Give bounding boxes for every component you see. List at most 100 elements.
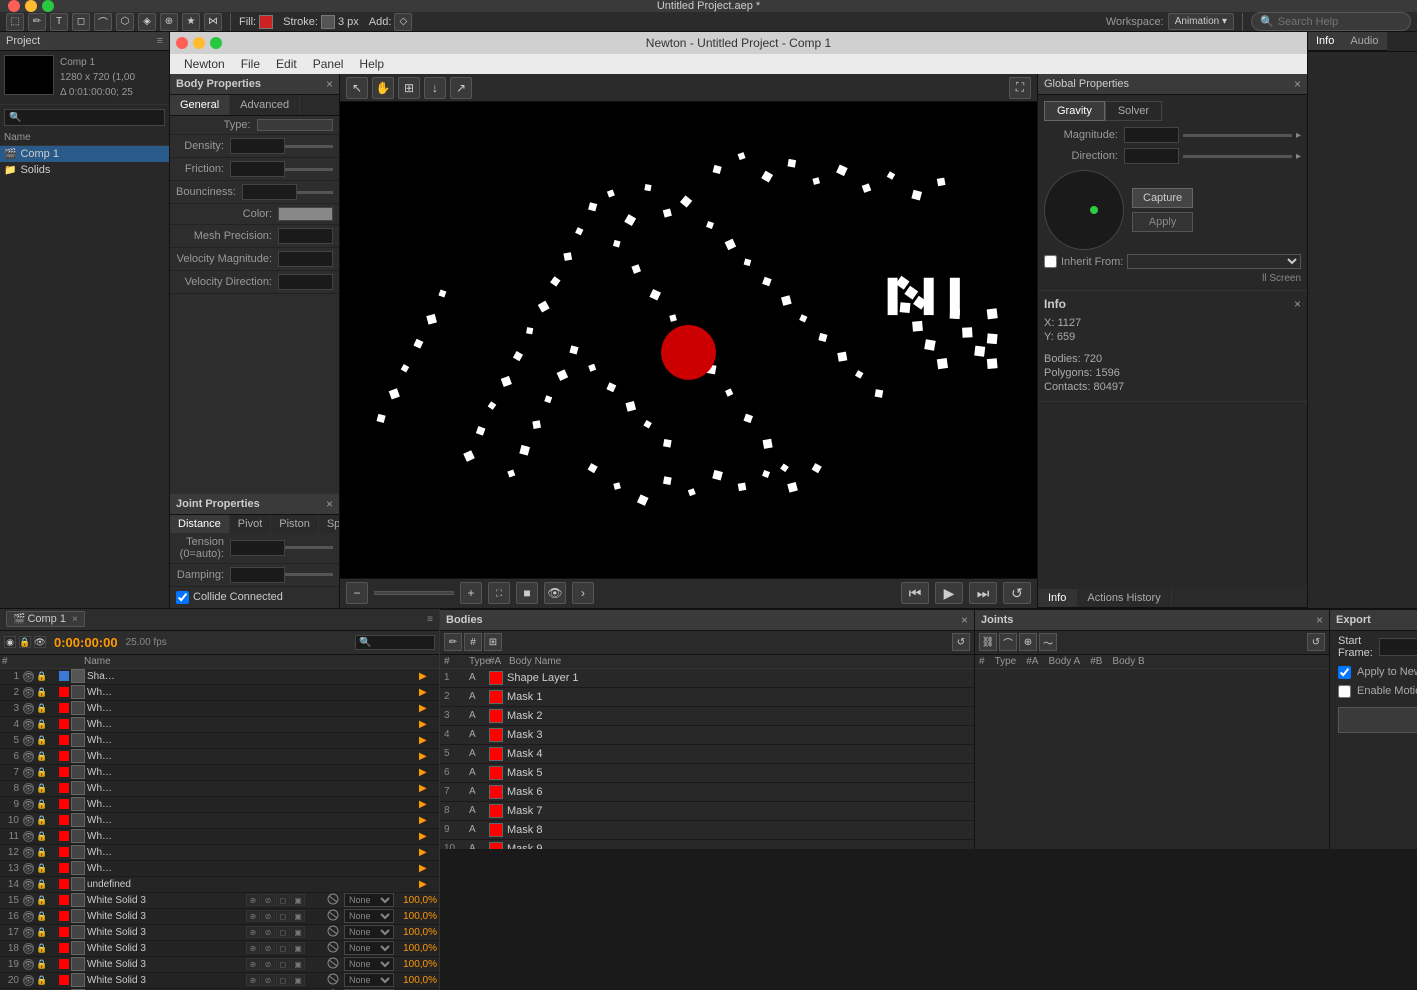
prop-mesh-value[interactable]: 2 [278, 228, 333, 244]
body-list-item[interactable]: 3 A Mask 2 [440, 707, 974, 726]
ae-search-layer[interactable] [355, 635, 435, 650]
workspace-dropdown[interactable]: Animation ▾ [1168, 13, 1234, 30]
ae-layer-8[interactable]: 8 👁 🔒 Wh… ▶ [0, 781, 439, 797]
ae-layer-17[interactable]: 17 👁 🔒 White Solid 3 ⊕ [0, 925, 439, 941]
project-search-input[interactable] [4, 109, 165, 126]
joint-tab-piston[interactable]: Piston [271, 515, 319, 533]
step-forward-btn[interactable]: ⏭ [969, 582, 997, 604]
joints-wave[interactable]: 〜 [1039, 633, 1057, 651]
body-list-item[interactable]: 4 A Mask 3 [440, 726, 974, 745]
joints-anchor[interactable]: ⊕ [1019, 633, 1037, 651]
project-item-comp1[interactable]: 🎬 Comp 1 [0, 146, 169, 162]
info-close[interactable]: × [1294, 297, 1301, 311]
newton-menu-newton[interactable]: Newton [176, 57, 233, 71]
tool-down[interactable]: ↓ [424, 77, 446, 99]
tool-pen[interactable]: ✏ [28, 13, 46, 31]
tool-camera[interactable]: ⊕ [160, 13, 178, 31]
newton-menu-edit[interactable]: Edit [268, 57, 305, 71]
joints-refresh[interactable]: ↺ [1307, 633, 1325, 651]
prop-vel-mag-value[interactable]: 0.000 [278, 251, 333, 267]
apply-comp-check[interactable] [1338, 666, 1351, 679]
bodies-grid[interactable]: ⊞ [484, 633, 502, 651]
tool-shape[interactable]: ◻ [72, 13, 90, 31]
body-list-item[interactable]: 8 A Mask 7 [440, 802, 974, 821]
color-swatch[interactable] [278, 207, 333, 221]
ae-layer-2[interactable]: 2 👁 🔒 Wh… ▶ [0, 685, 439, 701]
body-list-item[interactable]: 1 A Shape Layer 1 [440, 669, 974, 688]
ae-layer-14[interactable]: 14 👁 🔒 undefined ▶ [0, 877, 439, 893]
ae-layer-3[interactable]: 3 👁 🔒 Wh… ▶ [0, 701, 439, 717]
ae-layer-16[interactable]: 16 👁 🔒 White Solid 3 ⊕ [0, 909, 439, 925]
more-btn[interactable]: › [572, 582, 594, 604]
prop-tension-value[interactable]: 0.000 [230, 540, 285, 556]
tab-advanced[interactable]: Advanced [230, 95, 300, 115]
prop-vel-dir-value[interactable]: 0.000 [278, 274, 333, 290]
ae-layer-7[interactable]: 7 👁 🔒 Wh… ▶ [0, 765, 439, 781]
zoom-in-btn[interactable]: + [460, 582, 482, 604]
ae-layer-12[interactable]: 12 👁 🔒 Wh… ▶ [0, 845, 439, 861]
tl-solo-btn[interactable]: ◉ [4, 636, 16, 648]
export-start-input[interactable]: 0 [1379, 638, 1417, 656]
quality-btn[interactable]: ■ [516, 582, 538, 604]
vp-fullscreen[interactable]: ⛶ [1009, 77, 1031, 99]
bounciness-slider[interactable] [297, 191, 333, 194]
prop-damping-value[interactable]: 0.000 [230, 567, 285, 583]
friction-slider[interactable] [285, 168, 333, 171]
display-btn[interactable]: 👁 [544, 582, 566, 604]
close-button[interactable] [8, 0, 20, 12]
body-list-item[interactable]: 6 A Mask 5 [440, 764, 974, 783]
tool-arrow[interactable]: ↖ [346, 77, 368, 99]
collide-connected-check[interactable] [176, 591, 189, 604]
fill-color-swatch[interactable] [259, 15, 273, 29]
zoom-out-btn[interactable]: − [346, 582, 368, 604]
tool-light[interactable]: ★ [182, 13, 200, 31]
ae-comp-close[interactable]: × [72, 614, 78, 625]
tool-eraser[interactable]: ◈ [138, 13, 156, 31]
joints-bezier[interactable]: ⌒ [999, 633, 1017, 651]
newton-max-btn[interactable] [210, 37, 222, 49]
capture-btn[interactable]: Capture [1132, 188, 1193, 208]
tool-select[interactable]: ⬚ [6, 13, 24, 31]
ia-tab-info[interactable]: Info [1308, 32, 1342, 51]
tool-stamp[interactable]: ⬡ [116, 13, 134, 31]
joints-close[interactable]: × [1316, 613, 1323, 627]
body-list-item[interactable]: 10 A Mask 9 [440, 840, 974, 849]
stroke-color-swatch[interactable] [321, 15, 335, 29]
body-list-item[interactable]: 9 A Mask 8 [440, 821, 974, 840]
newton-menu-panel[interactable]: Panel [305, 57, 352, 71]
mode-select-18[interactable]: None [344, 941, 394, 955]
joint-tab-distance[interactable]: Distance [170, 515, 230, 533]
tl-lock-btn[interactable]: 🔒 [19, 636, 31, 648]
ae-lock-1[interactable]: 🔒 [36, 671, 46, 682]
body-props-close[interactable]: × [326, 77, 333, 91]
tab-general[interactable]: General [170, 95, 230, 115]
inherit-check[interactable] [1044, 255, 1057, 268]
ae-layer-10[interactable]: 10 👁 🔒 Wh… ▶ [0, 813, 439, 829]
tension-slider[interactable] [285, 546, 333, 549]
ia-tab-audio[interactable]: Audio [1342, 32, 1386, 51]
tool-puppet[interactable]: ⋈ [204, 13, 222, 31]
newton-close-btn[interactable] [176, 37, 188, 49]
ae-layer-20[interactable]: 20 👁 🔒 White Solid 3 ⊕ [0, 973, 439, 989]
ae-layer-6[interactable]: 6 👁 🔒 Wh… ▶ [0, 749, 439, 765]
project-panel-menu[interactable]: ≡ [157, 35, 163, 47]
body-list-item[interactable]: 2 A Mask 1 [440, 688, 974, 707]
tl-hide-btn[interactable]: 👁 [34, 636, 46, 648]
ae-comp-tab[interactable]: 🎬 Comp 1 × [6, 611, 85, 627]
gp-direction-input[interactable]: 90.000 [1124, 148, 1179, 164]
compass-dial[interactable] [1044, 170, 1124, 250]
joint-tab-spring[interactable]: Spring [319, 515, 340, 533]
mode-select-20[interactable]: None [344, 973, 394, 987]
bodies-refresh[interactable]: ↺ [952, 633, 970, 651]
ae-layer-18[interactable]: 18 👁 🔒 White Solid 3 ⊕ [0, 941, 439, 957]
fit-btn[interactable]: ⛶ [488, 582, 510, 604]
render-button[interactable]: Render [1338, 707, 1417, 733]
search-input[interactable] [1278, 16, 1402, 28]
gp-direction-slider[interactable] [1183, 155, 1292, 158]
ae-layer-11[interactable]: 11 👁 🔒 Wh… ▶ [0, 829, 439, 845]
prop-friction-value[interactable]: 0.300 [230, 161, 285, 177]
maximize-button[interactable] [42, 0, 54, 12]
loop-btn[interactable]: ↺ [1003, 582, 1031, 604]
ae-layer-1-triangle[interactable]: ▶ [419, 671, 439, 682]
apply-btn[interactable]: Apply [1132, 212, 1193, 232]
